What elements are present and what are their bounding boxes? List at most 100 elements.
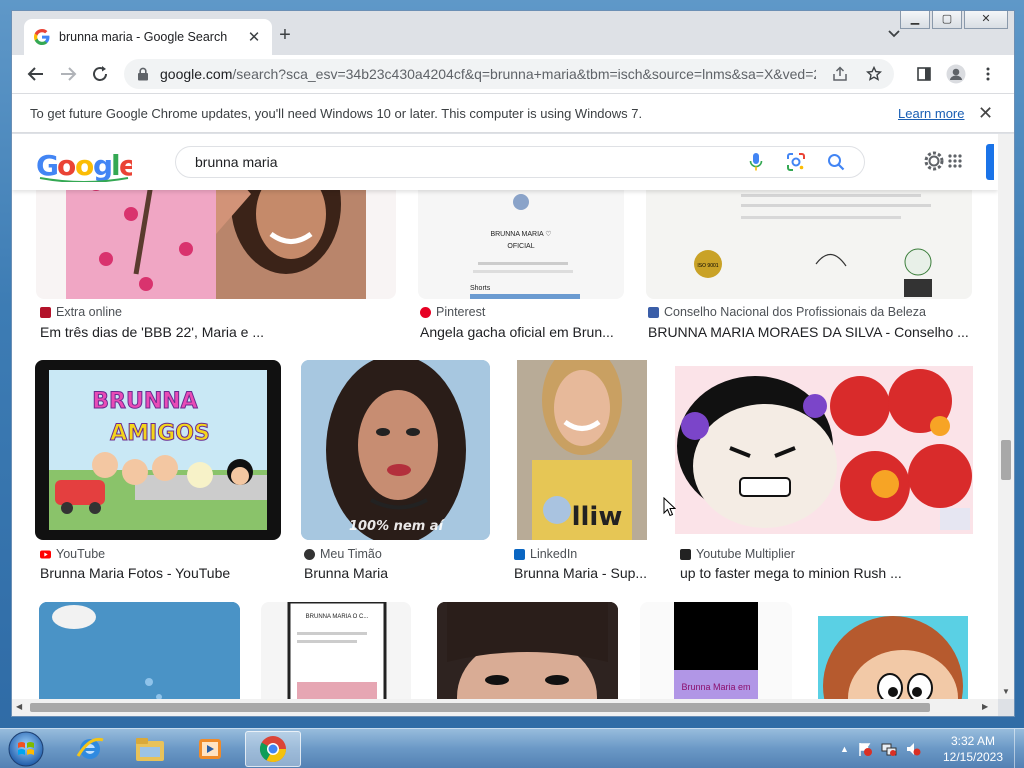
result-thumb-meu-timao[interactable]: 100% nem aí bbox=[301, 360, 490, 540]
search-submit-icon[interactable] bbox=[824, 150, 848, 174]
horizontal-scroll-thumb[interactable] bbox=[30, 703, 930, 712]
result-title[interactable]: Brunna Maria - Sup... bbox=[514, 565, 649, 581]
result-title[interactable]: Angela gacha oficial em Brun... bbox=[420, 324, 626, 340]
action-center-flag-icon[interactable] bbox=[857, 741, 873, 757]
taskbar-clock[interactable]: 3:32 AM 12/15/2023 bbox=[936, 733, 1010, 765]
update-infobar: To get future Google Chrome updates, you… bbox=[12, 93, 1014, 133]
url-text[interactable]: google.com/search?sca_esv=34b23c430a4204… bbox=[160, 66, 816, 82]
chrome-window: brunna maria - Google Search ✕ + ▁ ▢ ✕ g… bbox=[11, 10, 1015, 717]
browser-toolbar: google.com/search?sca_esv=34b23c430a4204… bbox=[12, 55, 1014, 93]
infobar-text: To get future Google Chrome updates, you… bbox=[30, 105, 643, 121]
svg-text:e: e bbox=[119, 149, 132, 182]
google-lens-icon[interactable] bbox=[784, 150, 808, 174]
svg-text:o: o bbox=[57, 149, 76, 182]
linkedin-photo-image: lliw bbox=[517, 360, 647, 540]
learn-more-link[interactable]: Learn more bbox=[898, 106, 964, 121]
meutimao-caption-text: 100% nem aí bbox=[349, 519, 446, 534]
source-label: Pinterest bbox=[436, 305, 486, 319]
video-title-card-image: Brunna Maria em bbox=[640, 602, 792, 699]
source-label: Extra online bbox=[56, 305, 123, 319]
new-tab-button[interactable]: + bbox=[274, 25, 296, 47]
sign-in-button[interactable] bbox=[986, 144, 994, 180]
show-desktop-button[interactable] bbox=[1014, 729, 1024, 768]
bangs-portrait-image bbox=[437, 602, 618, 699]
result-title[interactable]: Brunna Maria bbox=[304, 565, 493, 581]
maximize-button[interactable]: ▢ bbox=[932, 11, 962, 29]
bookmark-star-icon[interactable] bbox=[864, 64, 884, 84]
result-source[interactable]: YouTube bbox=[40, 547, 105, 561]
google-images-page: Extra online Em três dias de 'BBB 22', M… bbox=[12, 134, 998, 699]
share-icon[interactable] bbox=[830, 64, 850, 84]
scroll-down-arrow-icon[interactable]: ▼ bbox=[1002, 687, 1010, 696]
back-button[interactable] bbox=[20, 58, 52, 90]
minimize-button[interactable]: ▁ bbox=[900, 11, 930, 29]
youtube-multiplier-favicon-icon bbox=[680, 548, 691, 560]
tray-expand-icon[interactable]: ▲ bbox=[840, 744, 849, 754]
infobar-close-icon[interactable]: ✕ bbox=[978, 103, 993, 124]
meu-timao-favicon-icon bbox=[304, 548, 315, 560]
taskbar-google-chrome[interactable] bbox=[245, 731, 301, 767]
reload-button[interactable] bbox=[84, 58, 116, 90]
network-icon[interactable] bbox=[881, 741, 897, 757]
side-panel-icon[interactable] bbox=[914, 64, 934, 84]
taskbar-media-player[interactable] bbox=[182, 731, 238, 767]
scroll-left-arrow-icon[interactable]: ◀ bbox=[16, 702, 22, 711]
result-source[interactable]: LinkedIn bbox=[514, 547, 577, 561]
pinterest-shorts-text: Shorts bbox=[470, 285, 491, 292]
result-thumb-youtube[interactable]: BRUNNA AMIGOS bbox=[35, 360, 281, 540]
selfie-photo-image: 100% nem aí bbox=[301, 360, 490, 540]
linkedin-favicon-icon bbox=[514, 548, 525, 560]
system-tray: ▲ bbox=[840, 729, 921, 768]
internet-explorer-icon bbox=[76, 737, 104, 759]
search-input[interactable] bbox=[195, 154, 744, 170]
url-host: google.com bbox=[160, 66, 233, 82]
result-title[interactable]: Em três dias de 'BBB 22', Maria e ... bbox=[40, 324, 400, 340]
forward-arrow-icon bbox=[61, 67, 77, 81]
lock-icon[interactable] bbox=[136, 67, 150, 81]
vertical-scroll-thumb[interactable] bbox=[1001, 440, 1011, 480]
media-player-icon bbox=[199, 739, 221, 759]
result-thumb-linkedin[interactable]: lliw bbox=[517, 360, 647, 540]
settings-gear-icon[interactable] bbox=[922, 149, 946, 173]
yt-cartoon-title-1: BRUNNA bbox=[92, 389, 197, 414]
result-thumb-row3-4[interactable]: Brunna Maria em bbox=[640, 602, 792, 699]
iso-seal-text: ISO 9001 bbox=[697, 263, 718, 269]
volume-muted-icon[interactable] bbox=[905, 741, 921, 757]
result-thumb-row3-5[interactable] bbox=[818, 616, 968, 699]
chrome-menu-icon[interactable] bbox=[978, 64, 998, 84]
taskbar-file-explorer[interactable] bbox=[122, 731, 178, 767]
taskbar-internet-explorer[interactable] bbox=[62, 731, 118, 767]
profile-avatar-icon[interactable] bbox=[946, 64, 966, 84]
result-source[interactable]: Conselho Nacional dos Profissionais da B… bbox=[648, 305, 926, 319]
vertical-scrollbar[interactable]: ▼ bbox=[998, 134, 1014, 699]
reload-icon bbox=[93, 66, 107, 81]
horizontal-scrollbar[interactable]: ◀ ▶ bbox=[12, 699, 998, 716]
result-thumb-row3-2[interactable]: BRUNNA MARIA O C... bbox=[261, 602, 411, 699]
result-source[interactable]: Meu Timão bbox=[304, 547, 382, 561]
result-title[interactable]: BRUNNA MARIA MORAES DA SILVA - Conselho … bbox=[648, 324, 978, 340]
tab-close-icon[interactable]: ✕ bbox=[246, 28, 262, 46]
address-bar[interactable]: google.com/search?sca_esv=34b23c430a4204… bbox=[124, 59, 894, 89]
result-source[interactable]: Youtube Multiplier bbox=[680, 547, 795, 561]
image-results-grid: Extra online Em três dias de 'BBB 22', M… bbox=[12, 134, 998, 699]
scroll-right-arrow-icon[interactable]: ▶ bbox=[982, 702, 988, 711]
windows-start-button[interactable] bbox=[6, 730, 46, 768]
result-title[interactable]: up to faster mega to minion Rush ... bbox=[680, 565, 980, 581]
close-window-button[interactable]: ✕ bbox=[964, 11, 1008, 29]
tab-google-search[interactable]: brunna maria - Google Search ✕ bbox=[24, 19, 272, 55]
result-thumb-row3-3[interactable] bbox=[437, 602, 618, 699]
result-thumb-youtube-multiplier[interactable] bbox=[675, 366, 973, 534]
svg-text:o: o bbox=[75, 149, 94, 182]
url-path: /search?sca_esv=34b23c430a4204cf&q=brunn… bbox=[232, 66, 816, 82]
result-source[interactable]: Pinterest bbox=[420, 305, 485, 319]
google-logo[interactable]: G o o g l e bbox=[36, 148, 132, 182]
google-apps-grid-icon[interactable] bbox=[948, 154, 962, 168]
result-title[interactable]: Brunna Maria Fotos - YouTube bbox=[40, 565, 286, 581]
clock-time: 3:32 AM bbox=[950, 734, 996, 748]
extra-online-favicon-icon bbox=[40, 306, 51, 318]
voice-search-mic-icon[interactable] bbox=[744, 150, 768, 174]
forward-button[interactable] bbox=[52, 58, 84, 90]
result-source[interactable]: Extra online bbox=[40, 305, 122, 319]
google-favicon-icon bbox=[34, 29, 50, 45]
result-thumb-row3-1[interactable] bbox=[39, 602, 240, 699]
